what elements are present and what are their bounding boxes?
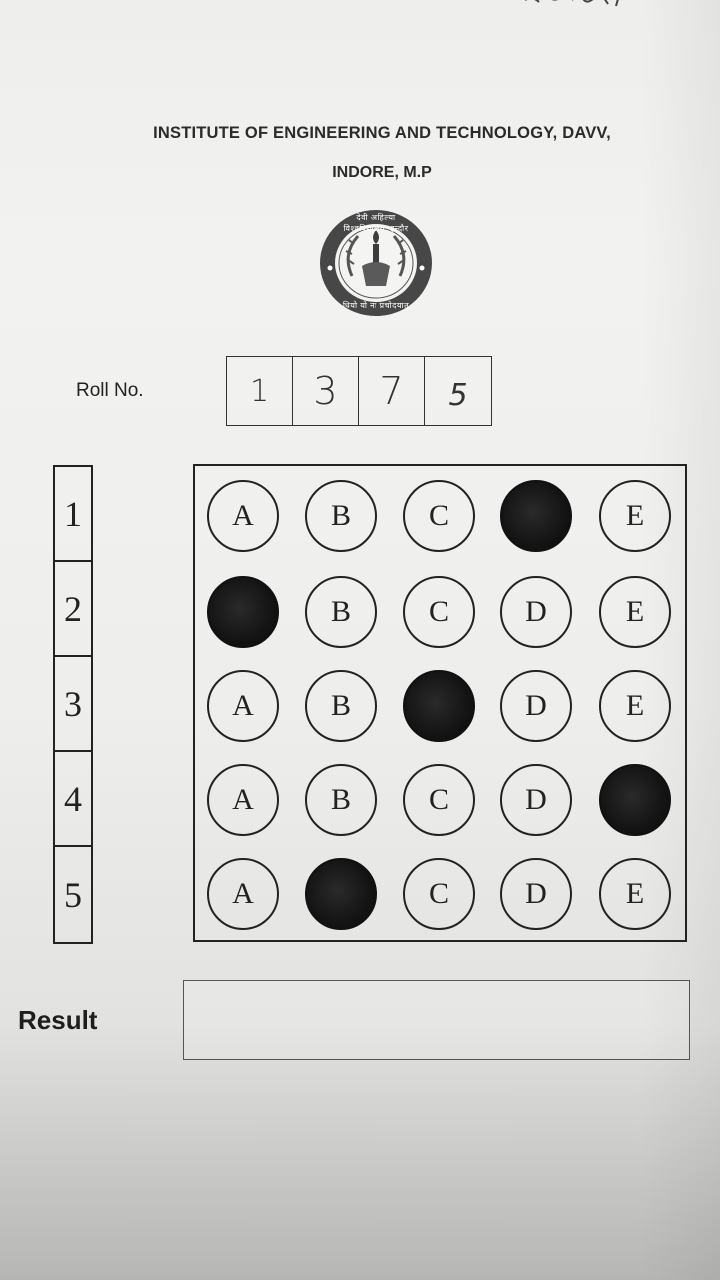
top-handwriting-fragment: [525, 0, 619, 7]
bubble-q2-e[interactable]: E: [599, 576, 671, 648]
bubble-q5-b[interactable]: [305, 858, 377, 930]
answer-row-q4: ABCD: [195, 764, 685, 844]
result-field[interactable]: [183, 980, 690, 1060]
question-number-column: 1 2 3 4 5: [53, 465, 93, 944]
question-number: 4: [55, 752, 91, 847]
roll-number-boxes: 1 3 7 5: [226, 356, 492, 426]
bubble-q2-c[interactable]: C: [403, 576, 475, 648]
answer-row-q3: AB DE: [195, 670, 685, 750]
bubble-q5-e[interactable]: E: [599, 858, 671, 930]
answer-row-q5: A CDE: [195, 858, 685, 938]
bubble-q1-a[interactable]: A: [207, 480, 279, 552]
roll-number-label: Roll No.: [76, 380, 144, 401]
roll-digit-1[interactable]: 1: [227, 357, 293, 425]
bubble-q4-c[interactable]: C: [403, 764, 475, 836]
roll-digit-3[interactable]: 7: [359, 357, 425, 425]
seal-text-top: देवी अहिल्या विश्वविद्यालय, इन्दौर: [343, 213, 409, 233]
bubble-q5-c[interactable]: C: [403, 858, 475, 930]
bubble-q3-b[interactable]: B: [305, 670, 377, 742]
answer-row-q1: ABC E: [195, 480, 685, 560]
institute-name-line1: INSTITUTE OF ENGINEERING AND TECHNOLOGY,…: [153, 124, 611, 142]
bubble-q2-d[interactable]: D: [500, 576, 572, 648]
bubble-q2-b[interactable]: B: [305, 576, 377, 648]
bubble-q4-b[interactable]: B: [305, 764, 377, 836]
question-number: 2: [55, 562, 91, 657]
bubble-q4-d[interactable]: D: [500, 764, 572, 836]
bubble-q5-d[interactable]: D: [500, 858, 572, 930]
bubble-q3-a[interactable]: A: [207, 670, 279, 742]
seal-text-bottom: धियो यो नः प्रचोदयात्: [342, 301, 410, 310]
bubble-q1-d[interactable]: [500, 480, 572, 552]
bubble-q2-a[interactable]: [207, 576, 279, 648]
question-number: 1: [55, 467, 91, 562]
bubble-q1-e[interactable]: E: [599, 480, 671, 552]
answer-row-q2: BCDE: [195, 576, 685, 656]
question-number: 3: [55, 657, 91, 752]
bubble-q3-e[interactable]: E: [599, 670, 671, 742]
bubble-q3-d[interactable]: D: [500, 670, 572, 742]
question-number: 5: [64, 874, 82, 915]
result-label: Result: [18, 1005, 98, 1035]
bubble-q1-b[interactable]: B: [305, 480, 377, 552]
bubble-q4-e[interactable]: [599, 764, 671, 836]
institute-name-line2: INDORE, M.P: [332, 164, 432, 181]
answer-bubble-grid: ABCEBCDEABDEABCDACDE: [193, 464, 687, 942]
bubble-q3-c[interactable]: [403, 670, 475, 742]
bubble-q5-a[interactable]: A: [207, 858, 279, 930]
roll-digit-2[interactable]: 3: [293, 357, 359, 425]
roll-digit-4[interactable]: 5: [425, 361, 491, 429]
bubble-q4-a[interactable]: A: [207, 764, 279, 836]
bubble-q1-c[interactable]: C: [403, 480, 475, 552]
